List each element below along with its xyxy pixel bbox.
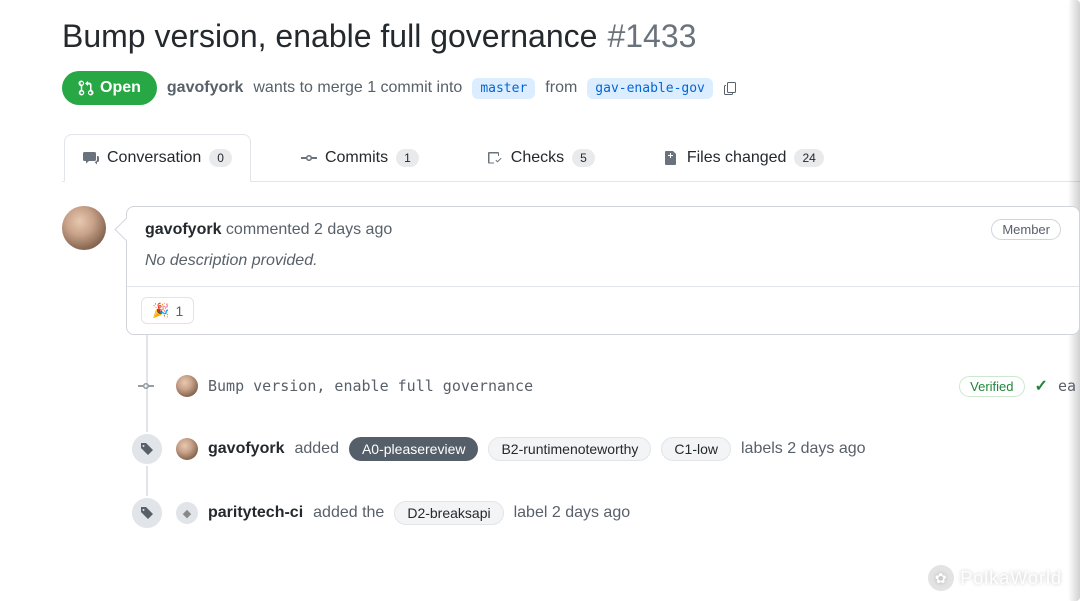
comment-verb: commented <box>226 221 310 238</box>
event-actor[interactable]: paritytech-ci <box>208 504 303 522</box>
timeline-labels-added-1: gavofyork added A0-pleasereview B2-runti… <box>62 437 1080 461</box>
tab-conversation-count: 0 <box>209 149 232 167</box>
tab-commits[interactable]: Commits 1 <box>283 135 437 181</box>
pr-meta-row: Open gavofyork wants to merge 1 commit i… <box>62 71 1080 105</box>
tab-commits-label: Commits <box>325 149 388 167</box>
watermark: ✿ PolkaWorld <box>928 565 1062 591</box>
merge-text-prefix: wants to merge 1 commit into <box>253 79 462 97</box>
event-actor[interactable]: gavofyork <box>208 440 284 458</box>
pr-title: Bump version, enable full governance <box>62 18 597 55</box>
tab-commits-count: 1 <box>396 149 419 167</box>
timeline-commit-item: Bump version, enable full governance Ver… <box>62 375 1080 397</box>
tab-checks-count: 5 <box>572 149 595 167</box>
checklist-icon <box>487 150 503 166</box>
wechat-icon: ✿ <box>928 565 954 591</box>
verified-badge[interactable]: Verified <box>959 376 1024 397</box>
comment-discussion-icon <box>83 150 99 166</box>
pr-title-row: Bump version, enable full governance #14… <box>62 18 1080 55</box>
label-pill[interactable]: B2-runtimenoteworthy <box>488 437 651 461</box>
merge-text-mid: from <box>545 79 577 97</box>
tab-files-label: Files changed <box>687 149 787 167</box>
pr-number: #1433 <box>607 18 696 55</box>
tag-icon <box>130 432 164 466</box>
label-pill[interactable]: A0-pleasereview <box>349 437 479 461</box>
reaction-bar: 🎉 1 <box>127 286 1079 334</box>
event-suffix: label 2 days ago <box>514 504 631 522</box>
tab-files-count: 24 <box>794 149 823 167</box>
comment-header: gavofyork commented 2 days ago Member <box>127 207 1079 252</box>
timeline-labels-added-2: paritytech-ci added the D2-breaksapi lab… <box>62 501 1080 525</box>
tag-icon <box>130 496 164 530</box>
pr-state-badge: Open <box>62 71 157 105</box>
commit-sha-fragment[interactable]: ea <box>1058 377 1076 395</box>
git-pull-request-icon <box>78 80 94 96</box>
pr-state-label: Open <box>100 79 141 97</box>
event-suffix: labels 2 days ago <box>741 440 866 458</box>
watermark-text: PolkaWorld <box>960 568 1062 589</box>
avatar[interactable] <box>62 206 106 250</box>
label-pill[interactable]: D2-breaksapi <box>394 501 503 525</box>
file-diff-icon <box>663 150 679 166</box>
pr-author-link[interactable]: gavofyork <box>167 79 243 97</box>
comment-time[interactable]: 2 days ago <box>314 221 392 238</box>
comment-author[interactable]: gavofyork <box>145 221 221 238</box>
check-icon[interactable]: ✓ <box>1035 376 1048 396</box>
comment-body: No description provided. <box>127 252 1079 286</box>
avatar[interactable] <box>176 502 198 524</box>
avatar[interactable] <box>176 375 198 397</box>
commit-node-icon <box>136 376 156 396</box>
comment-box: gavofyork commented 2 days ago Member No… <box>126 206 1080 335</box>
commit-message[interactable]: Bump version, enable full governance <box>208 377 533 395</box>
timeline: gavofyork commented 2 days ago Member No… <box>62 206 1080 525</box>
tab-checks-label: Checks <box>511 149 564 167</box>
label-pill[interactable]: C1-low <box>661 437 731 461</box>
tab-conversation[interactable]: Conversation 0 <box>64 134 251 182</box>
tab-conversation-label: Conversation <box>107 149 201 167</box>
reaction-tada[interactable]: 🎉 1 <box>141 297 194 324</box>
tab-checks[interactable]: Checks 5 <box>469 135 613 181</box>
pr-description-comment: gavofyork commented 2 days ago Member No… <box>62 206 1080 335</box>
base-branch[interactable]: master <box>472 78 535 99</box>
role-badge: Member <box>991 219 1061 240</box>
head-branch[interactable]: gav-enable-gov <box>587 78 713 99</box>
copy-icon[interactable] <box>723 80 739 96</box>
tab-files-changed[interactable]: Files changed 24 <box>645 135 842 181</box>
pr-tabs: Conversation 0 Commits 1 Checks 5 Files … <box>62 133 1080 182</box>
reaction-count: 1 <box>175 303 183 319</box>
git-commit-icon <box>301 150 317 166</box>
event-verb: added the <box>313 504 384 522</box>
event-verb: added <box>294 440 339 458</box>
reaction-emoji: 🎉 <box>152 302 169 319</box>
avatar[interactable] <box>176 438 198 460</box>
